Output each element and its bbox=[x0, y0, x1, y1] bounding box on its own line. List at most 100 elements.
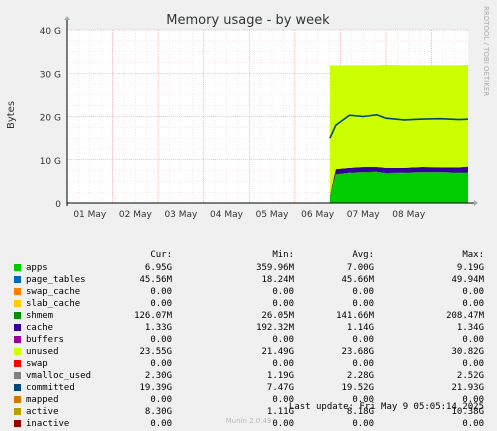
legend-cur-value: 19.39G bbox=[139, 383, 172, 393]
legend-row-swap_cache: swap_cache 0.00 0.00 0.00 0.00 bbox=[14, 286, 484, 298]
y-axis-arrow bbox=[64, 16, 70, 20]
x-tick-label: 08 May bbox=[392, 210, 426, 220]
legend-avg-value: 2.28G bbox=[346, 371, 374, 381]
legend-label: shmem bbox=[26, 311, 54, 321]
legend-avg-value: 23.68G bbox=[341, 347, 374, 357]
header-avg: Avg: bbox=[352, 250, 374, 260]
legend-min-value: 18.24M bbox=[261, 275, 294, 285]
legend-label: vmalloc_used bbox=[26, 371, 92, 381]
legend-max-value: 9.19G bbox=[456, 263, 484, 273]
legend-avg-value: 1.14G bbox=[346, 323, 374, 333]
legend-min-value: 0.00 bbox=[272, 359, 294, 369]
watermark: RRDTOOL / TOBI OETIKER bbox=[482, 6, 490, 96]
legend-swatch bbox=[14, 396, 21, 403]
y-tick-label: 0 bbox=[55, 200, 61, 210]
legend-avg-value: 0.00 bbox=[352, 299, 374, 309]
legend-avg-value: 0.00 bbox=[352, 287, 374, 297]
last-update: Last update: Fri May 9 05:05:14 2025 bbox=[288, 402, 484, 412]
x-tick-label: 02 May bbox=[119, 210, 153, 220]
x-tick-label: 03 May bbox=[164, 210, 198, 220]
legend-cur-value: 23.55G bbox=[139, 347, 172, 357]
legend-cur-value: 45.56M bbox=[139, 275, 172, 285]
legend-swatch bbox=[14, 348, 21, 355]
legend-row-apps: apps 6.95G 359.96M 7.00G 9.19G bbox=[14, 262, 484, 274]
legend-label: apps bbox=[26, 263, 48, 273]
y-tick-label: 10 G bbox=[40, 157, 61, 167]
y-tick-label: 20 G bbox=[40, 114, 61, 124]
legend-cur-value: 0.00 bbox=[150, 335, 172, 345]
legend-label: buffers bbox=[26, 335, 64, 345]
legend-label: swap bbox=[26, 359, 48, 369]
legend-avg-value: 45.66M bbox=[341, 275, 374, 285]
legend-avg-value: 7.00G bbox=[346, 263, 374, 273]
legend-max-value: 208.47M bbox=[446, 311, 484, 321]
y-tick-label: 30 G bbox=[40, 70, 61, 80]
x-tick-label: 05 May bbox=[256, 210, 290, 220]
legend-row-committed: committed 19.39G 7.47G 19.52G 21.93G bbox=[14, 382, 484, 394]
legend-min-value: 359.96M bbox=[256, 263, 294, 273]
legend-cur-value: 2.30G bbox=[144, 371, 172, 381]
legend-swatch bbox=[14, 276, 21, 283]
legend-row-shmem: shmem 126.07M 26.05M 141.66M 208.47M bbox=[14, 310, 484, 322]
legend-max-value: 1.34G bbox=[456, 323, 484, 333]
y-tick-label: 40 G bbox=[40, 27, 61, 37]
x-tick-label: 04 May bbox=[210, 210, 244, 220]
legend-row-vmalloc_used: vmalloc_used 2.30G 1.19G 2.28G 2.52G bbox=[14, 370, 484, 382]
legend-label: page_tables bbox=[26, 275, 86, 285]
legend-label: unused bbox=[26, 347, 59, 357]
x-tick-label: 07 May bbox=[347, 210, 381, 220]
plot-area: 0 10 G 20 G 30 G 40 G 01 May 02 May 03 May 04 Ma… bbox=[40, 16, 478, 220]
legend-label: swap_cache bbox=[26, 287, 81, 297]
legend-label: slab_cache bbox=[26, 299, 81, 309]
legend-min-value: 192.32M bbox=[256, 323, 294, 333]
legend-swatch bbox=[14, 408, 21, 415]
legend-label: mapped bbox=[26, 395, 59, 405]
legend-swatch bbox=[14, 288, 21, 295]
legend-max-value: 30.82G bbox=[451, 347, 484, 357]
legend-row-buffers: buffers 0.00 0.00 0.00 0.00 bbox=[14, 334, 484, 346]
legend-swatch bbox=[14, 264, 21, 271]
legend-max-value: 0.00 bbox=[462, 335, 484, 345]
header-cur: Cur: bbox=[150, 250, 172, 260]
legend-cur-value: 1.33G bbox=[144, 323, 172, 333]
legend-swatch bbox=[14, 324, 21, 331]
legend-cur-value: 126.07M bbox=[134, 311, 172, 321]
legend-max-value: 0.00 bbox=[462, 359, 484, 369]
y-axis-label: Bytes bbox=[6, 101, 17, 129]
header-min: Min: bbox=[272, 250, 294, 260]
legend-min-value: 0.00 bbox=[272, 395, 294, 405]
legend-avg-value: 0.00 bbox=[352, 359, 374, 369]
legend-cur-value: 6.95G bbox=[144, 263, 172, 273]
legend-min-value: 0.00 bbox=[272, 299, 294, 309]
x-axis-arrow bbox=[474, 200, 478, 206]
legend-avg-value: 19.52G bbox=[341, 383, 374, 393]
legend-row-cache: cache 1.33G 192.32M 1.14G 1.34G bbox=[14, 322, 484, 334]
legend-cur-value: 0.00 bbox=[150, 395, 172, 405]
legend-min-value: 21.49G bbox=[261, 347, 294, 357]
legend-row-page_tables: page_tables 45.56M 18.24M 45.66M 49.94M bbox=[14, 274, 484, 286]
munin-version: Munin 2.0.49 bbox=[225, 417, 272, 425]
legend-swatch bbox=[14, 372, 21, 379]
legend-min-value: 7.47G bbox=[266, 383, 294, 393]
memory-chart: Memory usage - by week Bytes RRDTOOL / T… bbox=[6, 6, 490, 220]
legend-label: cache bbox=[26, 323, 54, 333]
legend-avg-value: 141.66M bbox=[336, 311, 374, 321]
legend-min-value: 1.19G bbox=[266, 371, 294, 381]
legend-max-value: 0.00 bbox=[462, 287, 484, 297]
chart-title: Memory usage - by week bbox=[166, 13, 330, 28]
legend-max-value: 21.93G bbox=[451, 383, 484, 393]
x-tick-label: 06 May bbox=[301, 210, 335, 220]
legend-max-value: 0.00 bbox=[462, 299, 484, 309]
legend-swatch bbox=[14, 384, 21, 391]
header-max: Max: bbox=[462, 250, 484, 260]
legend-max-value: 49.94M bbox=[451, 275, 484, 285]
legend-max-value: 2.52G bbox=[456, 371, 484, 381]
legend-min-value: 26.05M bbox=[261, 311, 294, 321]
x-tick-label: 01 May bbox=[73, 210, 107, 220]
legend-swatch bbox=[14, 360, 21, 367]
legend-cur-value: 0.00 bbox=[150, 359, 172, 369]
legend-swatch bbox=[14, 312, 21, 319]
legend-row-swap: swap 0.00 0.00 0.00 0.00 bbox=[14, 358, 484, 370]
series-area-apps bbox=[329, 172, 468, 203]
legend-min-value: 0.00 bbox=[272, 287, 294, 297]
